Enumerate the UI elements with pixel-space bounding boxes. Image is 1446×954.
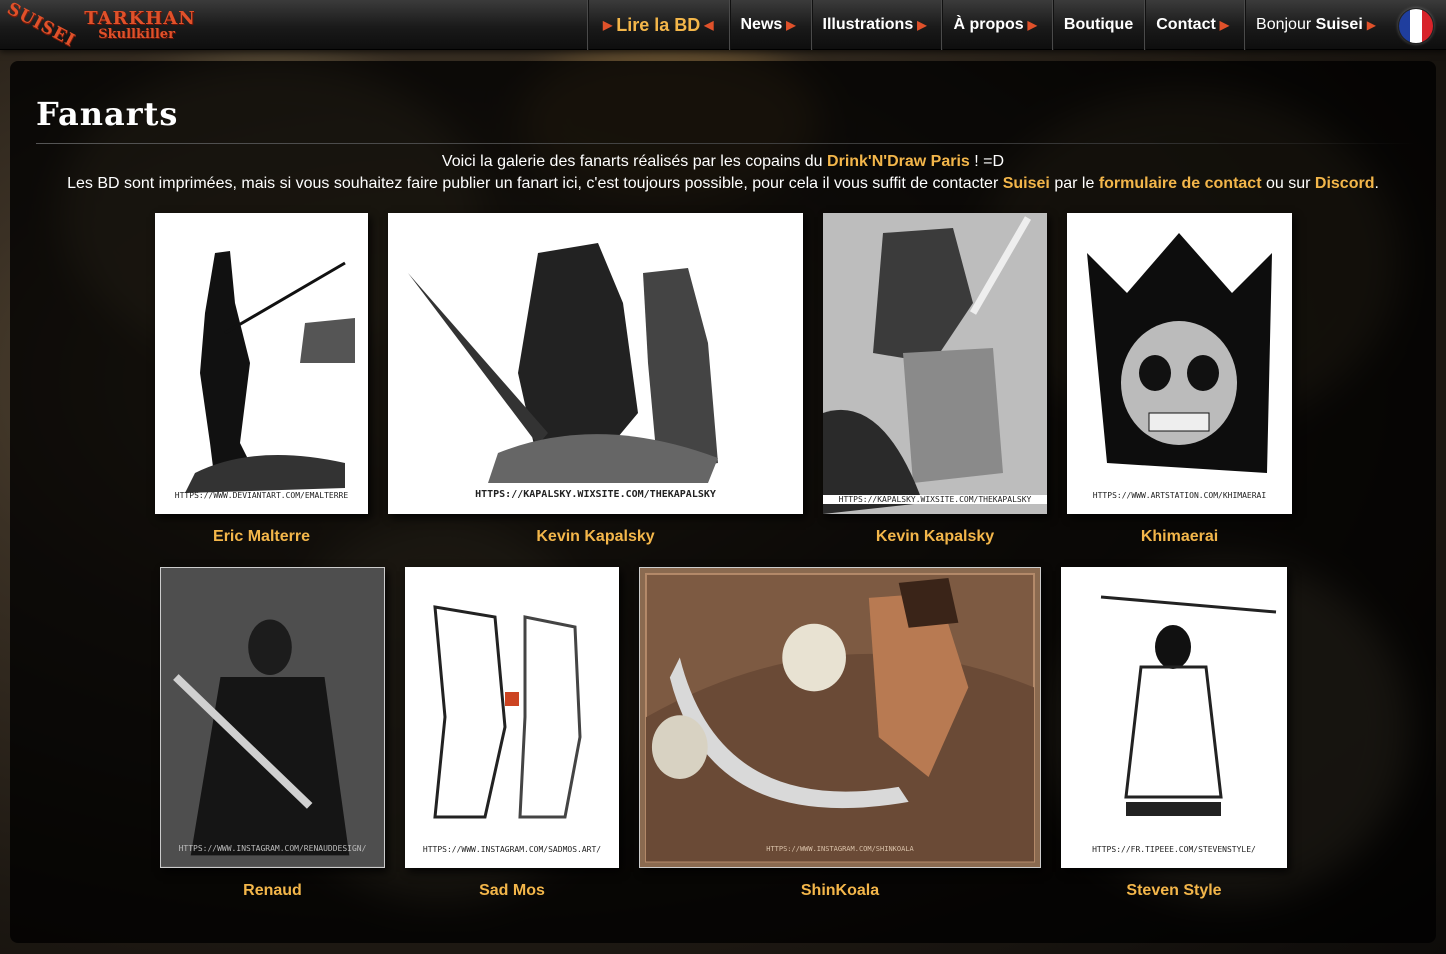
fanart-watermark: HTTPS://WWW.ARTSTATION.COM/KHIMAERAI bbox=[1092, 491, 1267, 500]
nav-news[interactable]: News ▶ bbox=[728, 0, 811, 50]
arrow-right-icon: ▶ bbox=[603, 18, 613, 32]
link-contact-form[interactable]: formulaire de contact bbox=[1099, 175, 1262, 192]
top-navbar: SUISEI TARKHAN Skullkiller ▶ Lire la BD … bbox=[0, 0, 1446, 52]
logo-suisei: SUISEI bbox=[3, 0, 79, 52]
content-panel: Fanarts Voici la galerie des fanarts réa… bbox=[10, 61, 1436, 943]
fanart-image bbox=[1100, 595, 1277, 816]
fanart-watermark: HTTPS://FR.TIPEEE.COM/STEVENSTYLE/ bbox=[1092, 845, 1256, 854]
arrow-right-icon: ▶ bbox=[1366, 18, 1377, 32]
site-logo[interactable]: SUISEI TARKHAN Skullkiller bbox=[3, 0, 196, 52]
fanart-thumbnail[interactable]: HTTPS://WWW.INSTAGRAM.COM/SADMOS.ART/ bbox=[405, 567, 619, 868]
greeting-prefix: Bonjour bbox=[1256, 16, 1312, 33]
fanart-artist[interactable]: Khimaerai bbox=[1067, 528, 1292, 546]
fanart-thumbnail[interactable]: HTTPS://KAPALSKY.WIXSITE.COM/THEKAPALSKY bbox=[388, 213, 803, 514]
fanart-thumbnail[interactable]: HTTPS://WWW.ARTSTATION.COM/KHIMAERAI bbox=[1067, 213, 1292, 514]
fanart-artist[interactable]: ShinKoala bbox=[639, 882, 1041, 900]
intro-line-1: Voici la galerie des fanarts réalisés pa… bbox=[10, 151, 1436, 173]
fanart-image bbox=[433, 605, 582, 819]
title-divider bbox=[36, 143, 1416, 144]
nav-label: À propos bbox=[953, 16, 1024, 33]
fanart-artist[interactable]: Kevin Kapalsky bbox=[823, 528, 1047, 546]
link-drinkndraw[interactable]: Drink'N'Draw Paris bbox=[827, 153, 970, 170]
intro-text-segment: Les BD sont imprimées, mais si vous souh… bbox=[67, 175, 999, 192]
nav-label: Illustrations bbox=[822, 16, 914, 33]
fanart-image bbox=[161, 568, 384, 867]
arrow-left-icon: ◀ bbox=[704, 18, 714, 32]
fanart-watermark: HTTPS://KAPALSKY.WIXSITE.COM/THEKAPALSKY bbox=[823, 495, 1047, 504]
fanart-thumbnail[interactable]: HTTPS://WWW.INSTAGRAM.COM/SHINKOALA bbox=[639, 567, 1041, 868]
flag-france-icon[interactable] bbox=[1398, 8, 1434, 44]
fanart-image bbox=[408, 243, 718, 483]
nav-label: Boutique bbox=[1063, 16, 1134, 33]
logo-title: TARKHAN bbox=[84, 7, 196, 29]
fanart-image bbox=[185, 251, 355, 493]
fanart-artist[interactable]: Sad Mos bbox=[405, 882, 619, 900]
fanart-image bbox=[644, 572, 1036, 863]
user-name: Suisei bbox=[1315, 16, 1363, 33]
intro-text: Voici la galerie des fanarts réalisés pa… bbox=[10, 151, 1436, 195]
nav-label: News bbox=[740, 16, 783, 33]
nav-contact[interactable]: Contact ▶ bbox=[1144, 0, 1244, 50]
intro-text-segment: . bbox=[1374, 175, 1379, 192]
arrow-right-icon: ▶ bbox=[1219, 18, 1230, 32]
arrow-right-icon: ▶ bbox=[1027, 18, 1037, 32]
link-discord[interactable]: Discord bbox=[1315, 175, 1375, 192]
arrow-right-icon: ▶ bbox=[917, 18, 927, 32]
nav-lire-la-bd[interactable]: ▶ Lire la BD ◀ bbox=[587, 0, 729, 50]
main-menu: ▶ Lire la BD ◀ News ▶ Illustrations ▶ À … bbox=[587, 0, 1391, 50]
nav-user-menu[interactable]: Bonjour Suisei ▶ bbox=[1244, 0, 1391, 50]
nav-boutique[interactable]: Boutique bbox=[1051, 0, 1144, 50]
fanart-watermark: HTTPS://WWW.INSTAGRAM.COM/SHINKOALA bbox=[766, 845, 914, 853]
nav-a-propos[interactable]: À propos ▶ bbox=[941, 0, 1051, 50]
fanart-watermark: HTTPS://WWW.INSTAGRAM.COM/RENAUDDESIGN/ bbox=[178, 844, 367, 853]
fanart-thumbnail[interactable]: HTTPS://WWW.DEVIANTART.COM/EMALTERRE bbox=[155, 213, 368, 514]
fanart-thumbnail[interactable]: HTTPS://KAPALSKY.WIXSITE.COM/THEKAPALSKY bbox=[823, 213, 1047, 514]
fanart-watermark: HTTPS://WWW.INSTAGRAM.COM/SADMOS.ART/ bbox=[422, 845, 602, 854]
intro-text-segment: Voici la galerie des fanarts réalisés pa… bbox=[441, 153, 823, 170]
intro-line-2: Les BD sont imprimées, mais si vous souh… bbox=[10, 173, 1436, 195]
intro-text-segment: ! =D bbox=[974, 153, 1005, 170]
fanart-artist[interactable]: Steven Style bbox=[1061, 882, 1287, 900]
nav-illustrations[interactable]: Illustrations ▶ bbox=[810, 0, 942, 50]
nav-label: Contact bbox=[1156, 16, 1216, 33]
fanart-watermark: HTTPS://KAPALSKY.WIXSITE.COM/THEKAPALSKY bbox=[475, 489, 716, 500]
intro-text-segment: par le bbox=[1054, 175, 1095, 192]
intro-text-segment: ou sur bbox=[1265, 175, 1311, 192]
fanart-artist[interactable]: Renaud bbox=[160, 882, 385, 900]
page-title: Fanarts bbox=[36, 95, 179, 133]
fanart-artist[interactable]: Kevin Kapalsky bbox=[388, 528, 803, 546]
fanart-image bbox=[1087, 233, 1272, 473]
arrow-right-icon: ▶ bbox=[786, 18, 796, 32]
link-suisei[interactable]: Suisei bbox=[1003, 175, 1050, 192]
fanart-thumbnail[interactable]: HTTPS://FR.TIPEEE.COM/STEVENSTYLE/ bbox=[1061, 567, 1287, 868]
fanart-watermark: HTTPS://WWW.DEVIANTART.COM/EMALTERRE bbox=[174, 491, 349, 500]
fanart-image bbox=[823, 213, 1047, 514]
logo-subtitle: Skullkiller bbox=[98, 26, 175, 42]
fanart-artist[interactable]: Eric Malterre bbox=[155, 528, 368, 546]
nav-label: Lire la BD bbox=[616, 14, 701, 35]
fanart-thumbnail[interactable]: HTTPS://WWW.INSTAGRAM.COM/RENAUDDESIGN/ bbox=[160, 567, 385, 868]
